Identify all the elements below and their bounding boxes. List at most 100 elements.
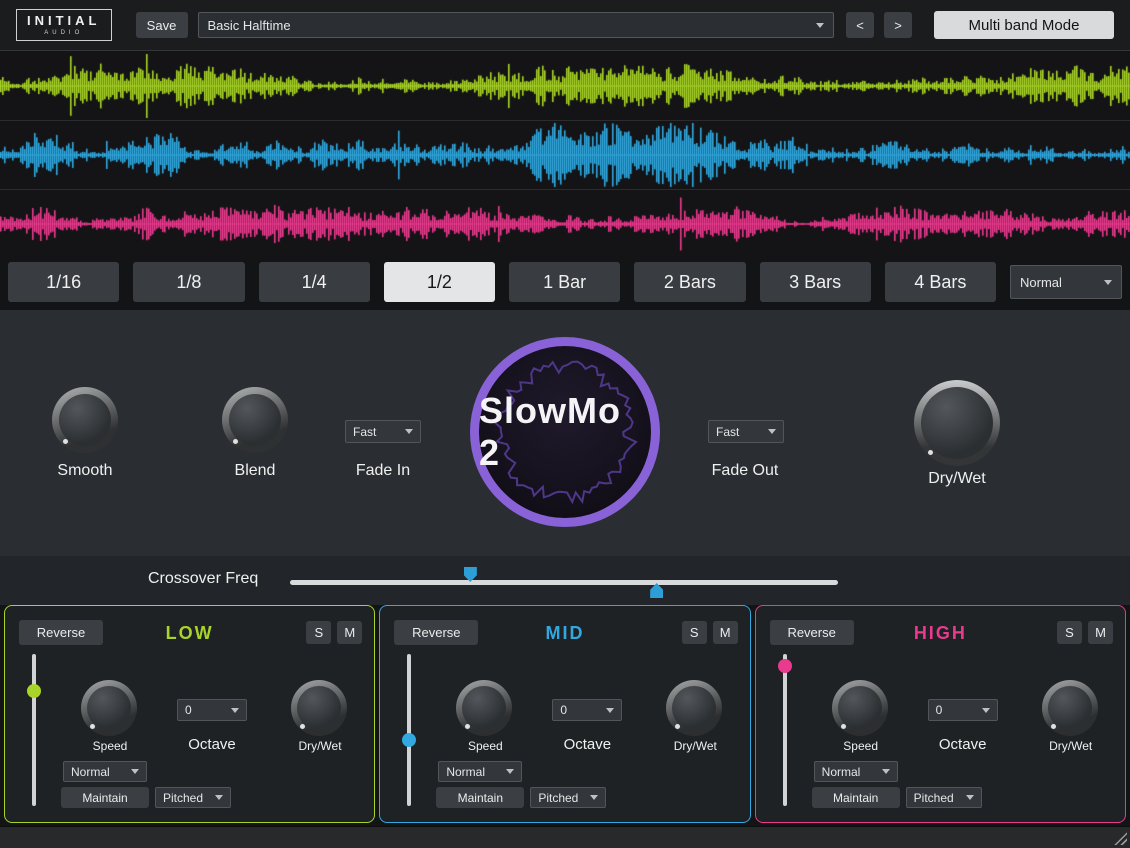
- pitch-mode-select[interactable]: Pitched: [155, 787, 231, 808]
- time-button-1-4[interactable]: 1/4: [259, 262, 370, 302]
- fade-in-value: Fast: [353, 425, 376, 439]
- dry-wet-label: Dry/Wet: [902, 470, 1012, 488]
- plugin-name: SlowMo 2: [479, 390, 651, 474]
- octave-label: Octave: [165, 736, 259, 753]
- solo-button[interactable]: S: [1057, 621, 1082, 644]
- solo-mute-group: S M: [682, 621, 738, 644]
- mute-button[interactable]: M: [337, 621, 362, 644]
- band-level-handle[interactable]: [778, 659, 792, 673]
- multi-band-mode-button[interactable]: Multi band Mode: [934, 11, 1114, 39]
- time-button-1-8[interactable]: 1/8: [133, 262, 244, 302]
- crossover-handle-right[interactable]: [650, 583, 663, 598]
- bottom-bar: [0, 826, 1130, 848]
- solo-mute-group: S M: [306, 621, 362, 644]
- band-drywet-label: Dry/Wet: [285, 739, 355, 753]
- band-panel-mid: Reverse MID S M Speed 0 Octave Dry/Wet N…: [379, 605, 750, 823]
- waveform-high-canvas: [0, 190, 1130, 258]
- crossover-section: Crossover Freq: [0, 556, 1130, 605]
- band-mode-select[interactable]: Normal: [814, 761, 898, 782]
- band-level-handle[interactable]: [402, 733, 416, 747]
- knob-indicator-dot: [465, 724, 470, 729]
- octave-value: 0: [560, 703, 567, 717]
- band-drywet-knob[interactable]: [291, 680, 347, 736]
- speed-label: Speed: [826, 739, 896, 753]
- time-button-1-bar[interactable]: 1 Bar: [509, 262, 620, 302]
- solo-button[interactable]: S: [306, 621, 331, 644]
- band-level-slider[interactable]: [402, 654, 416, 806]
- pitch-mode-value: Pitched: [538, 791, 578, 805]
- time-button-2-bars[interactable]: 2 Bars: [634, 262, 745, 302]
- mute-button[interactable]: M: [713, 621, 738, 644]
- speed-knob[interactable]: [832, 680, 888, 736]
- speed-knob[interactable]: [81, 680, 137, 736]
- mute-button[interactable]: M: [1088, 621, 1113, 644]
- knob-indicator-dot: [841, 724, 846, 729]
- speed-label: Speed: [75, 739, 145, 753]
- solo-mute-group: S M: [1057, 621, 1113, 644]
- chevron-down-icon: [982, 708, 990, 713]
- waveform-low-canvas: [0, 52, 1130, 120]
- band-mode-select[interactable]: Normal: [63, 761, 147, 782]
- octave-select[interactable]: 0: [928, 699, 998, 721]
- next-preset-button[interactable]: >: [884, 12, 912, 38]
- time-button-1-2[interactable]: 1/2: [384, 262, 495, 302]
- octave-value: 0: [936, 703, 943, 717]
- chevron-down-icon: [1104, 280, 1112, 285]
- solo-button[interactable]: S: [682, 621, 707, 644]
- band-drywet-label: Dry/Wet: [660, 739, 730, 753]
- top-bar: INITIAL AUDIO Save Basic Halftime < > Mu…: [0, 0, 1130, 51]
- fade-in-label: Fade In: [328, 462, 438, 480]
- save-button[interactable]: Save: [136, 12, 188, 38]
- crossover-handle-left[interactable]: [464, 567, 477, 582]
- fade-out-select[interactable]: Fast: [708, 420, 784, 443]
- octave-select[interactable]: 0: [552, 699, 622, 721]
- crossover-slider[interactable]: [290, 580, 838, 585]
- blend-knob[interactable]: [222, 387, 288, 453]
- band-level-slider[interactable]: [778, 654, 792, 806]
- knob-indicator-dot: [63, 439, 68, 444]
- dry-wet-knob[interactable]: [914, 380, 1000, 466]
- band-level-handle[interactable]: [27, 684, 41, 698]
- band-drywet-knob[interactable]: [1042, 680, 1098, 736]
- playback-mode-value: Normal: [1020, 275, 1062, 290]
- maintain-button[interactable]: Maintain: [61, 787, 149, 808]
- prev-preset-button[interactable]: <: [846, 12, 874, 38]
- smooth-knob[interactable]: [52, 387, 118, 453]
- fade-in-select[interactable]: Fast: [345, 420, 421, 443]
- band-panel-low: Reverse LOW S M Speed 0 Octave Dry/Wet N…: [4, 605, 375, 823]
- chevron-down-icon: [768, 429, 776, 434]
- waveform-display: [0, 52, 1130, 258]
- maintain-button[interactable]: Maintain: [436, 787, 524, 808]
- chevron-down-icon: [590, 795, 598, 800]
- reverse-button[interactable]: Reverse: [770, 620, 854, 645]
- preset-select[interactable]: Basic Halftime: [198, 12, 835, 38]
- knob-indicator-dot: [90, 724, 95, 729]
- resize-grip[interactable]: [1111, 829, 1127, 845]
- initial-audio-logo: INITIAL AUDIO: [16, 9, 112, 41]
- chevron-down-icon: [882, 769, 890, 774]
- chevron-down-icon: [131, 769, 139, 774]
- band-mode-value: Normal: [822, 765, 861, 779]
- chevron-down-icon: [816, 23, 824, 28]
- time-button-3-bars[interactable]: 3 Bars: [760, 262, 871, 302]
- band-drywet-label: Dry/Wet: [1036, 739, 1106, 753]
- time-button-1-16[interactable]: 1/16: [8, 262, 119, 302]
- main-control-panel: Smooth Blend Fast Fade In SlowMo 2 Fast …: [0, 310, 1130, 556]
- octave-select[interactable]: 0: [177, 699, 247, 721]
- band-panel-high: Reverse HIGH S M Speed 0 Octave Dry/Wet …: [755, 605, 1126, 823]
- maintain-button[interactable]: Maintain: [812, 787, 900, 808]
- knob-indicator-dot: [928, 450, 933, 455]
- reverse-button[interactable]: Reverse: [394, 620, 478, 645]
- time-division-row: 1/16 1/8 1/4 1/2 1 Bar 2 Bars 3 Bars 4 B…: [8, 262, 1122, 302]
- band-mode-select[interactable]: Normal: [438, 761, 522, 782]
- waveform-mid-canvas: [0, 121, 1130, 189]
- speed-knob[interactable]: [456, 680, 512, 736]
- playback-mode-select[interactable]: Normal: [1010, 265, 1122, 299]
- pitch-mode-select[interactable]: Pitched: [906, 787, 982, 808]
- time-button-4-bars[interactable]: 4 Bars: [885, 262, 996, 302]
- pitch-mode-select[interactable]: Pitched: [530, 787, 606, 808]
- reverse-button[interactable]: Reverse: [19, 620, 103, 645]
- band-level-slider[interactable]: [27, 654, 41, 806]
- band-drywet-knob[interactable]: [666, 680, 722, 736]
- band-mode-value: Normal: [71, 765, 110, 779]
